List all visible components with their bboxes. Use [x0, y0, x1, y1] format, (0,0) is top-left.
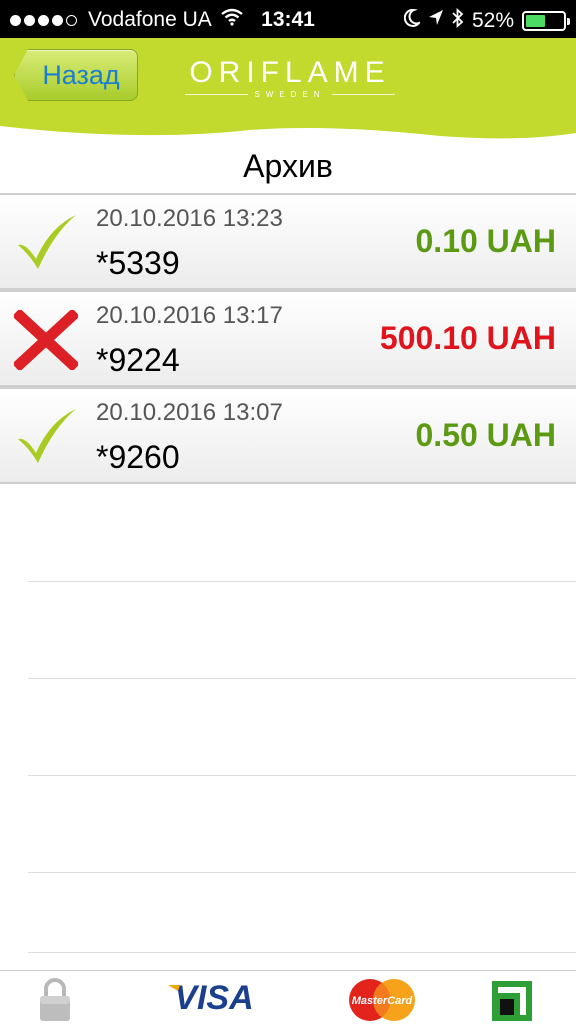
transaction-amount: 0.10 UAH — [415, 223, 557, 259]
battery-icon — [522, 11, 570, 31]
payment-logos-bar: VISA MasterCard — [0, 970, 576, 1024]
lock-icon — [38, 977, 72, 1021]
oriflame-logo: ORIFLAME SWEDEN — [185, 56, 395, 99]
check-icon — [14, 213, 78, 273]
status-bar: Vodafone UA 13:41 52% — [0, 0, 576, 38]
brand-subtitle: SWEDEN — [254, 90, 326, 99]
transaction-row[interactable]: 20.10.2016 13:23 *5339 0.10 UAH — [0, 193, 576, 290]
transaction-date: 20.10.2016 13:17 — [96, 302, 283, 329]
list-separator — [28, 872, 576, 873]
svg-text:VISA: VISA — [174, 979, 253, 1017]
list-separator — [28, 678, 576, 679]
card-number: *9224 — [96, 342, 180, 378]
app-header: Назад ORIFLAME SWEDEN — [0, 38, 576, 143]
mastercard-logo: MasterCard — [346, 977, 418, 1021]
transaction-row[interactable]: 20.10.2016 13:07 *9260 0.50 UAH — [0, 387, 576, 484]
back-button[interactable]: Назад — [14, 49, 138, 101]
privatbank-logo — [492, 977, 532, 1021]
battery-percent: 52% — [471, 9, 514, 32]
transaction-date: 20.10.2016 13:23 — [96, 205, 283, 232]
svg-text:MasterCard: MasterCard — [352, 995, 413, 1007]
page-title: Архив — [243, 148, 333, 184]
transaction-date: 20.10.2016 13:07 — [96, 399, 283, 426]
bluetooth-icon — [452, 7, 464, 34]
check-icon — [14, 407, 78, 467]
transaction-amount: 0.50 UAH — [415, 417, 557, 453]
transaction-row[interactable]: 20.10.2016 13:17 *9224 500.10 UAH — [0, 290, 576, 387]
brand-name: ORIFLAME — [189, 56, 391, 89]
list-separator — [28, 952, 576, 953]
list-separator — [28, 775, 576, 776]
transaction-list: 20.10.2016 13:23 *5339 0.10 UAH 20.10.20… — [0, 193, 576, 484]
list-separator — [28, 581, 576, 582]
card-number: *9260 — [96, 439, 180, 475]
location-arrow-icon — [428, 9, 444, 33]
cross-icon — [12, 308, 80, 372]
moon-icon — [403, 8, 423, 33]
transaction-amount: 500.10 UAH — [379, 320, 556, 356]
visa-logo: VISA — [166, 979, 262, 1023]
card-number: *5339 — [96, 245, 180, 281]
